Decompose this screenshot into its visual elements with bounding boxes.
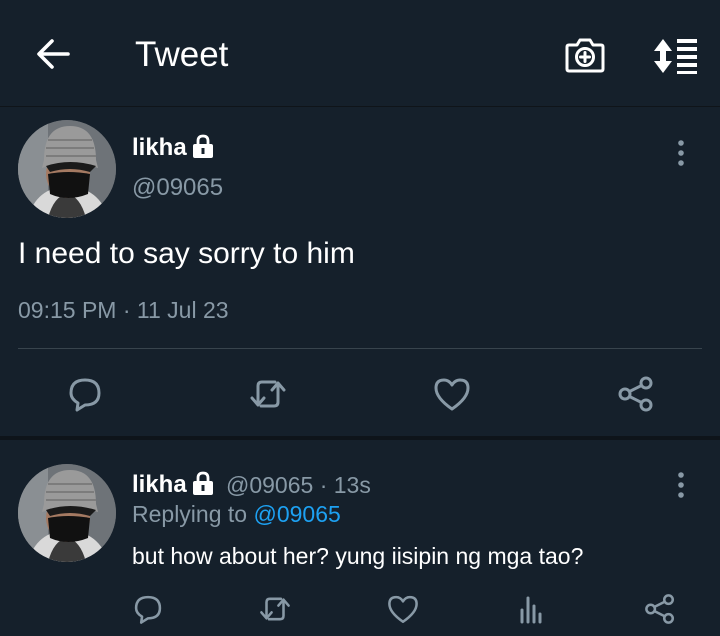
tweet-text: I need to say sorry to him xyxy=(18,237,355,270)
share-icon xyxy=(645,594,675,624)
share-button[interactable] xyxy=(616,374,656,414)
like-button[interactable] xyxy=(432,374,472,414)
retweet-icon xyxy=(260,597,290,621)
sort-icon xyxy=(654,39,697,74)
more-options-button[interactable] xyxy=(673,138,689,168)
like-icon xyxy=(388,595,418,624)
add-photo-icon xyxy=(565,38,605,73)
reply-icon xyxy=(134,595,162,624)
top-bar: Tweet xyxy=(0,0,720,107)
reply-more-options-button[interactable] xyxy=(673,470,689,500)
add-photo-button[interactable] xyxy=(563,35,607,75)
sort-button[interactable] xyxy=(650,36,700,76)
replying-to-link[interactable]: @09065 xyxy=(253,501,340,527)
retweet-button[interactable] xyxy=(248,374,288,414)
reply-like-button[interactable] xyxy=(386,592,420,626)
reply-time: · 13s xyxy=(313,472,371,498)
author-handle[interactable]: @09065 xyxy=(132,174,223,202)
lock-icon xyxy=(191,133,215,159)
reply-retweet-button[interactable] xyxy=(258,592,292,626)
reply-text: but how about her? yung iisipin ng mga t… xyxy=(132,543,584,569)
page-title: Tweet xyxy=(135,35,229,74)
back-arrow-icon xyxy=(37,39,70,69)
share-icon xyxy=(618,376,653,412)
more-icon xyxy=(678,472,684,498)
reply-author-handle[interactable]: @09065 xyxy=(226,472,313,498)
tweet-timestamp[interactable]: 09:15 PM · 11 Jul 23 xyxy=(18,296,229,324)
reply-button[interactable] xyxy=(65,374,105,414)
analytics-button[interactable] xyxy=(515,592,549,626)
reply-icon xyxy=(69,378,101,412)
author-name[interactable]: likha xyxy=(132,134,187,162)
avatar[interactable] xyxy=(18,120,116,218)
reply-author-name[interactable]: likha xyxy=(132,471,187,499)
back-button[interactable] xyxy=(34,36,72,72)
profile-photo xyxy=(18,464,116,562)
reply-avatar[interactable] xyxy=(18,464,116,562)
reply-reply-button[interactable] xyxy=(131,592,165,626)
retweet-icon xyxy=(250,380,286,408)
more-icon xyxy=(678,140,684,166)
reply-meta[interactable]: @09065 · 13s xyxy=(226,471,371,499)
reply-share-button[interactable] xyxy=(643,592,677,626)
divider xyxy=(18,348,702,349)
analytics-icon xyxy=(520,596,542,624)
replying-to-label: Replying to xyxy=(132,501,254,527)
replying-to: Replying to @09065 xyxy=(132,500,341,528)
section-divider xyxy=(0,436,720,440)
like-icon xyxy=(434,378,470,411)
profile-photo xyxy=(18,120,116,218)
lock-icon xyxy=(191,470,215,496)
